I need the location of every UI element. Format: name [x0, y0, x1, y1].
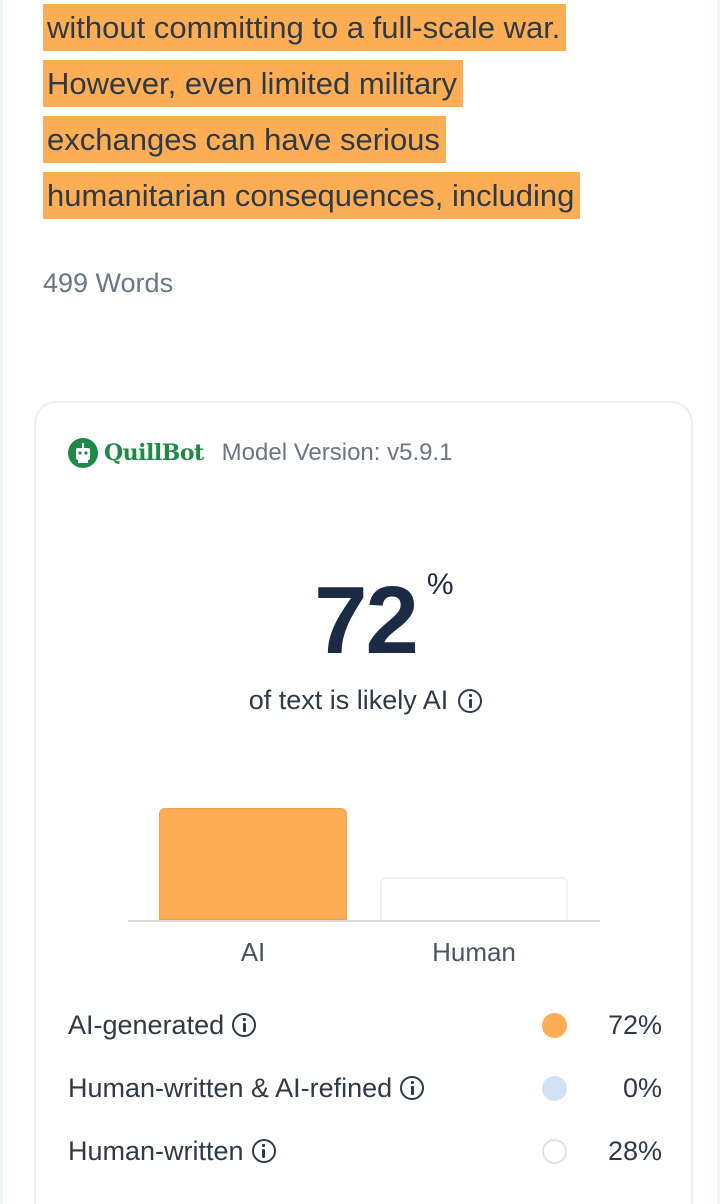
legend-label: Human-written & AI-refined: [68, 1072, 425, 1104]
legend-value: 72%: [607, 1010, 662, 1040]
model-version: Model Version: v5.9.1: [221, 439, 453, 466]
legend-row-human-written-ai-refined: Human-written & AI-refined 0%: [68, 1068, 662, 1108]
ai-highlight: However, even limited military: [43, 60, 464, 107]
ai-highlight: exchanges can have serious: [43, 116, 446, 163]
brand-name: QuillBot: [104, 440, 204, 466]
legend-label: Human-written: [68, 1136, 276, 1167]
ai-detector-result-card: QuillBot Model Version: v5.9.1 72% of te…: [34, 401, 693, 1204]
word-count: 499 Words: [43, 268, 174, 298]
ai-human-bar-chart: AI Human: [128, 803, 600, 967]
ai-highlight: without committing to a full-scale war.: [43, 4, 567, 51]
text-line: humanitarian consequences, including: [43, 168, 683, 224]
page: without committing to a full-scale war. …: [0, 0, 720, 1204]
legend-label-text: Human-written: [68, 1135, 244, 1166]
info-icon[interactable]: [232, 1013, 257, 1037]
info-icon[interactable]: [400, 1076, 425, 1100]
legend-value: 0%: [622, 1073, 662, 1103]
legend-label-text: AI-generated: [68, 1009, 225, 1040]
ai-score-value: 72: [314, 567, 419, 674]
quillbot-logo-icon: [68, 438, 98, 468]
bar-human: [380, 877, 568, 920]
analyzed-text: without committing to a full-scale war. …: [43, 0, 683, 224]
ai-score-value-wrap: 72%: [314, 568, 453, 671]
info-icon[interactable]: [251, 1139, 276, 1163]
ai-score: 72%: [36, 568, 695, 671]
score-caption: of text is likely AI: [36, 685, 695, 716]
ai-highlight: humanitarian consequences, including: [43, 172, 581, 219]
chart-baseline: [128, 920, 600, 922]
text-line: exchanges can have serious: [43, 112, 683, 168]
legend-label: AI-generated: [68, 1009, 257, 1041]
bar-label-human: Human: [432, 937, 516, 967]
bar-label-ai: AI: [240, 937, 266, 967]
text-line: without committing to a full-scale war.: [43, 0, 683, 56]
bar-ai: [159, 808, 347, 920]
legend-value: 28%: [607, 1136, 662, 1166]
legend-row-human-written: Human-written 28%: [68, 1131, 662, 1171]
legend-row-ai-generated: AI-generated 72%: [68, 1005, 662, 1045]
brand-header: QuillBot Model Version: v5.9.1: [68, 436, 452, 470]
percent-symbol: %: [426, 568, 454, 601]
legend-color-dot: [542, 1076, 567, 1101]
text-line: However, even limited military: [43, 56, 683, 112]
score-caption-text: of text is likely AI: [248, 685, 449, 715]
info-icon[interactable]: [458, 688, 483, 713]
legend-color-dot: [542, 1139, 567, 1164]
legend-label-text: Human-written & AI-refined: [68, 1072, 393, 1103]
legend-color-dot: [542, 1013, 567, 1038]
